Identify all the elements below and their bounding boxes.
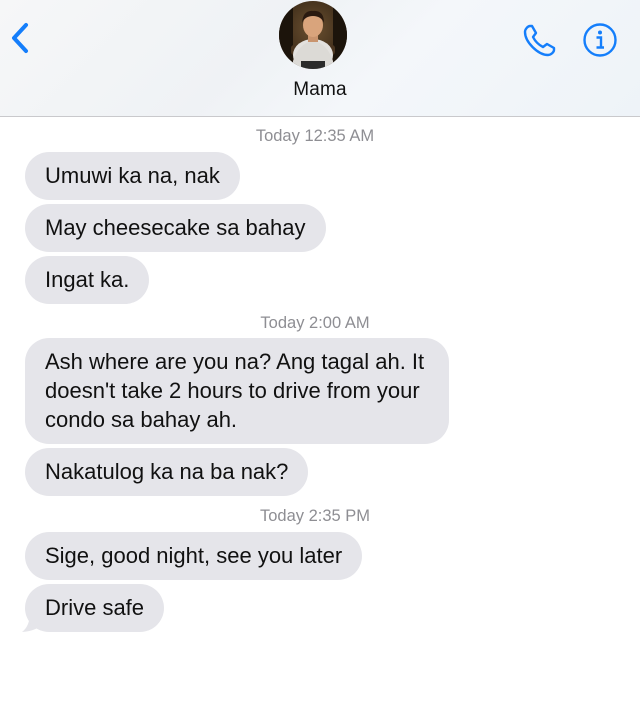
call-button[interactable]	[520, 20, 560, 60]
info-icon	[583, 23, 617, 57]
message-bubble[interactable]: Sige, good night, see you later	[25, 532, 363, 580]
info-button[interactable]	[582, 22, 618, 58]
message-bubble[interactable]: Ash where are you na? Ang tagal ah. It d…	[25, 338, 449, 444]
timestamp: Today 2:00 AM	[260, 314, 370, 332]
message-bubble[interactable]: May cheesecake sa bahay	[25, 204, 326, 252]
timestamp: Today 12:35 AM	[255, 127, 375, 145]
contact-avatar[interactable]	[279, 1, 347, 69]
message-bubble[interactable]: Drive safe	[25, 584, 165, 632]
messages-screen: Mama Today 12:35 AM Umuwi ka na, nak May…	[0, 0, 640, 706]
conversation-header: Mama	[0, 0, 640, 117]
message-bubble[interactable]: Ingat ka.	[25, 256, 150, 304]
contact-name[interactable]: Mama	[0, 79, 640, 101]
timestamp: Today 2:35 PM	[259, 507, 371, 525]
message-bubble[interactable]: Umuwi ka na, nak	[25, 152, 240, 200]
back-button[interactable]	[4, 18, 40, 58]
avatar-photo	[279, 1, 347, 69]
chevron-left-icon	[12, 23, 28, 53]
message-bubble[interactable]: Nakatulog ka na ba nak?	[25, 448, 309, 496]
phone-icon	[523, 24, 556, 57]
